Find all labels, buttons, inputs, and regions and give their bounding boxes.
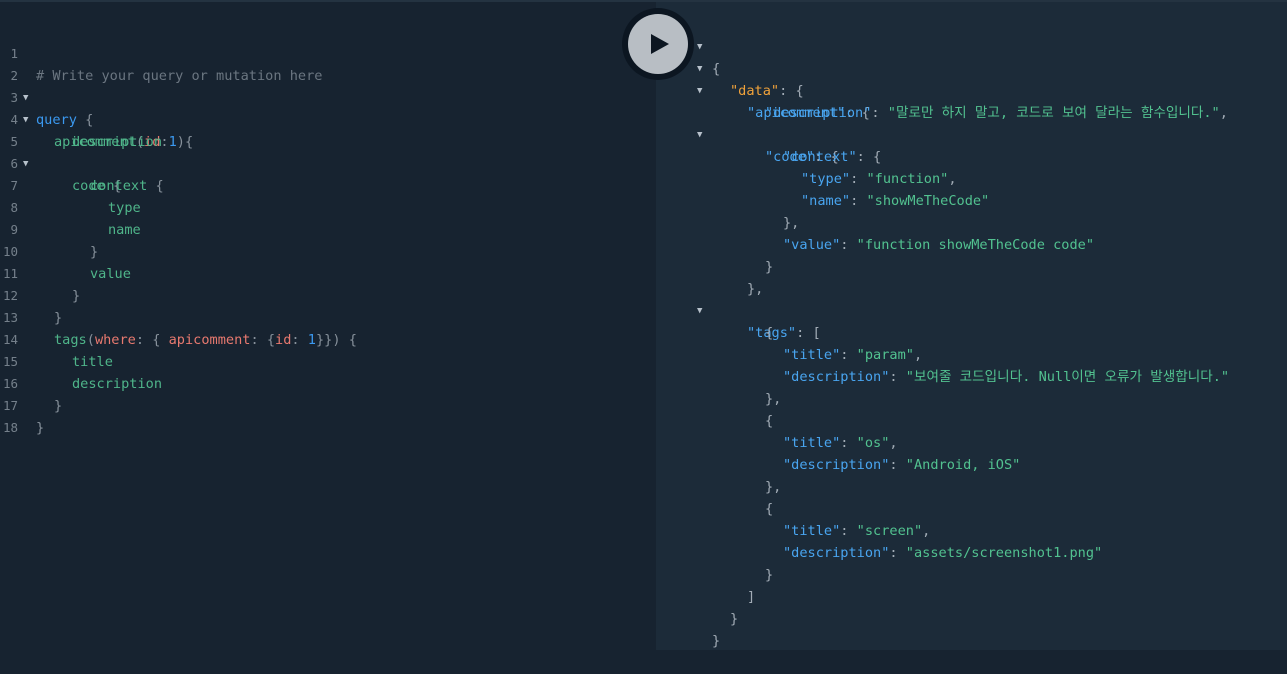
editor-line: 13 tags(where: { apicomment: {id: 1}}) {	[0, 285, 656, 348]
result-line: },	[747, 281, 764, 297]
brace: }	[36, 420, 45, 436]
result-line: {	[765, 413, 774, 429]
editor-line: 14 title	[0, 307, 656, 370]
editor-line: 17 }	[0, 373, 656, 436]
editor-line: 8 name	[0, 175, 656, 238]
editor-line: 11 }	[0, 241, 656, 304]
result-line: ]	[747, 589, 756, 605]
result-line: ▼ "data": {	[656, 36, 1287, 99]
result-line: ▼ {	[656, 14, 1287, 77]
result-line: "title": "screen",	[783, 523, 931, 539]
editor-line: 10 value	[0, 219, 656, 282]
editor-line: 15 description	[0, 329, 656, 392]
result-line: "description": "말로만 하지 말고, 코드로 보여 달라는 함수…	[765, 105, 1228, 121]
editor-line: 18	[0, 395, 656, 435]
play-icon	[651, 34, 669, 54]
editor-line: 9 }	[0, 197, 656, 260]
result-line: }	[730, 611, 739, 627]
result-line: "description": "Android, iOS"	[783, 457, 1021, 473]
editor-line: 1 # Write your query or mutation here	[0, 21, 656, 84]
result-line: }	[765, 567, 774, 583]
result-line: ▼ "tags": [	[656, 278, 1287, 341]
query-editor[interactable]: 1 # Write your query or mutation here 2 …	[0, 2, 656, 650]
result-line: },	[783, 215, 800, 231]
line-number: 18	[2, 420, 18, 435]
result-line: {	[765, 325, 774, 341]
result-line: "description": "assets/screenshot1.png"	[783, 545, 1103, 561]
result-line: ▼ "code": {	[656, 102, 1287, 165]
result-line: "title": "os",	[783, 435, 898, 451]
result-line: "context": {	[783, 149, 882, 165]
result-line: "value": "function showMeTheCode code"	[783, 237, 1095, 253]
result-line: }	[765, 259, 774, 275]
result-line: "title": "param",	[783, 347, 923, 363]
run-query-button[interactable]	[622, 8, 694, 80]
editor-line: 5 ▼ code {	[0, 109, 656, 194]
result-line: "name": "showMeTheCode"	[801, 193, 990, 209]
result-line: ▼ "apicomment": {	[656, 58, 1287, 121]
result-line: {	[765, 501, 774, 517]
editor-line: 2 ▼ query {	[0, 43, 656, 128]
result-line: }	[712, 633, 721, 649]
run-button-face	[628, 14, 688, 74]
editor-line: 4 description	[0, 87, 656, 150]
result-viewer[interactable]: ▼ { ▼ "data": { ▼ "apicomment": { "descr…	[656, 2, 1287, 650]
result-line: "description": "보여줄 코드입니다. Null이면 오류가 발생…	[783, 369, 1230, 385]
result-line: "type": "function",	[801, 171, 957, 187]
result-line: },	[765, 391, 782, 407]
editor-line: 7 type	[0, 153, 656, 216]
editor-line: 3 ▼ apicomment(id:1){	[0, 65, 656, 150]
editor-line: 12 }	[0, 263, 656, 326]
editor-line: 16 }	[0, 351, 656, 414]
editor-line: 6 context {	[0, 131, 656, 194]
result-line: },	[765, 479, 782, 495]
